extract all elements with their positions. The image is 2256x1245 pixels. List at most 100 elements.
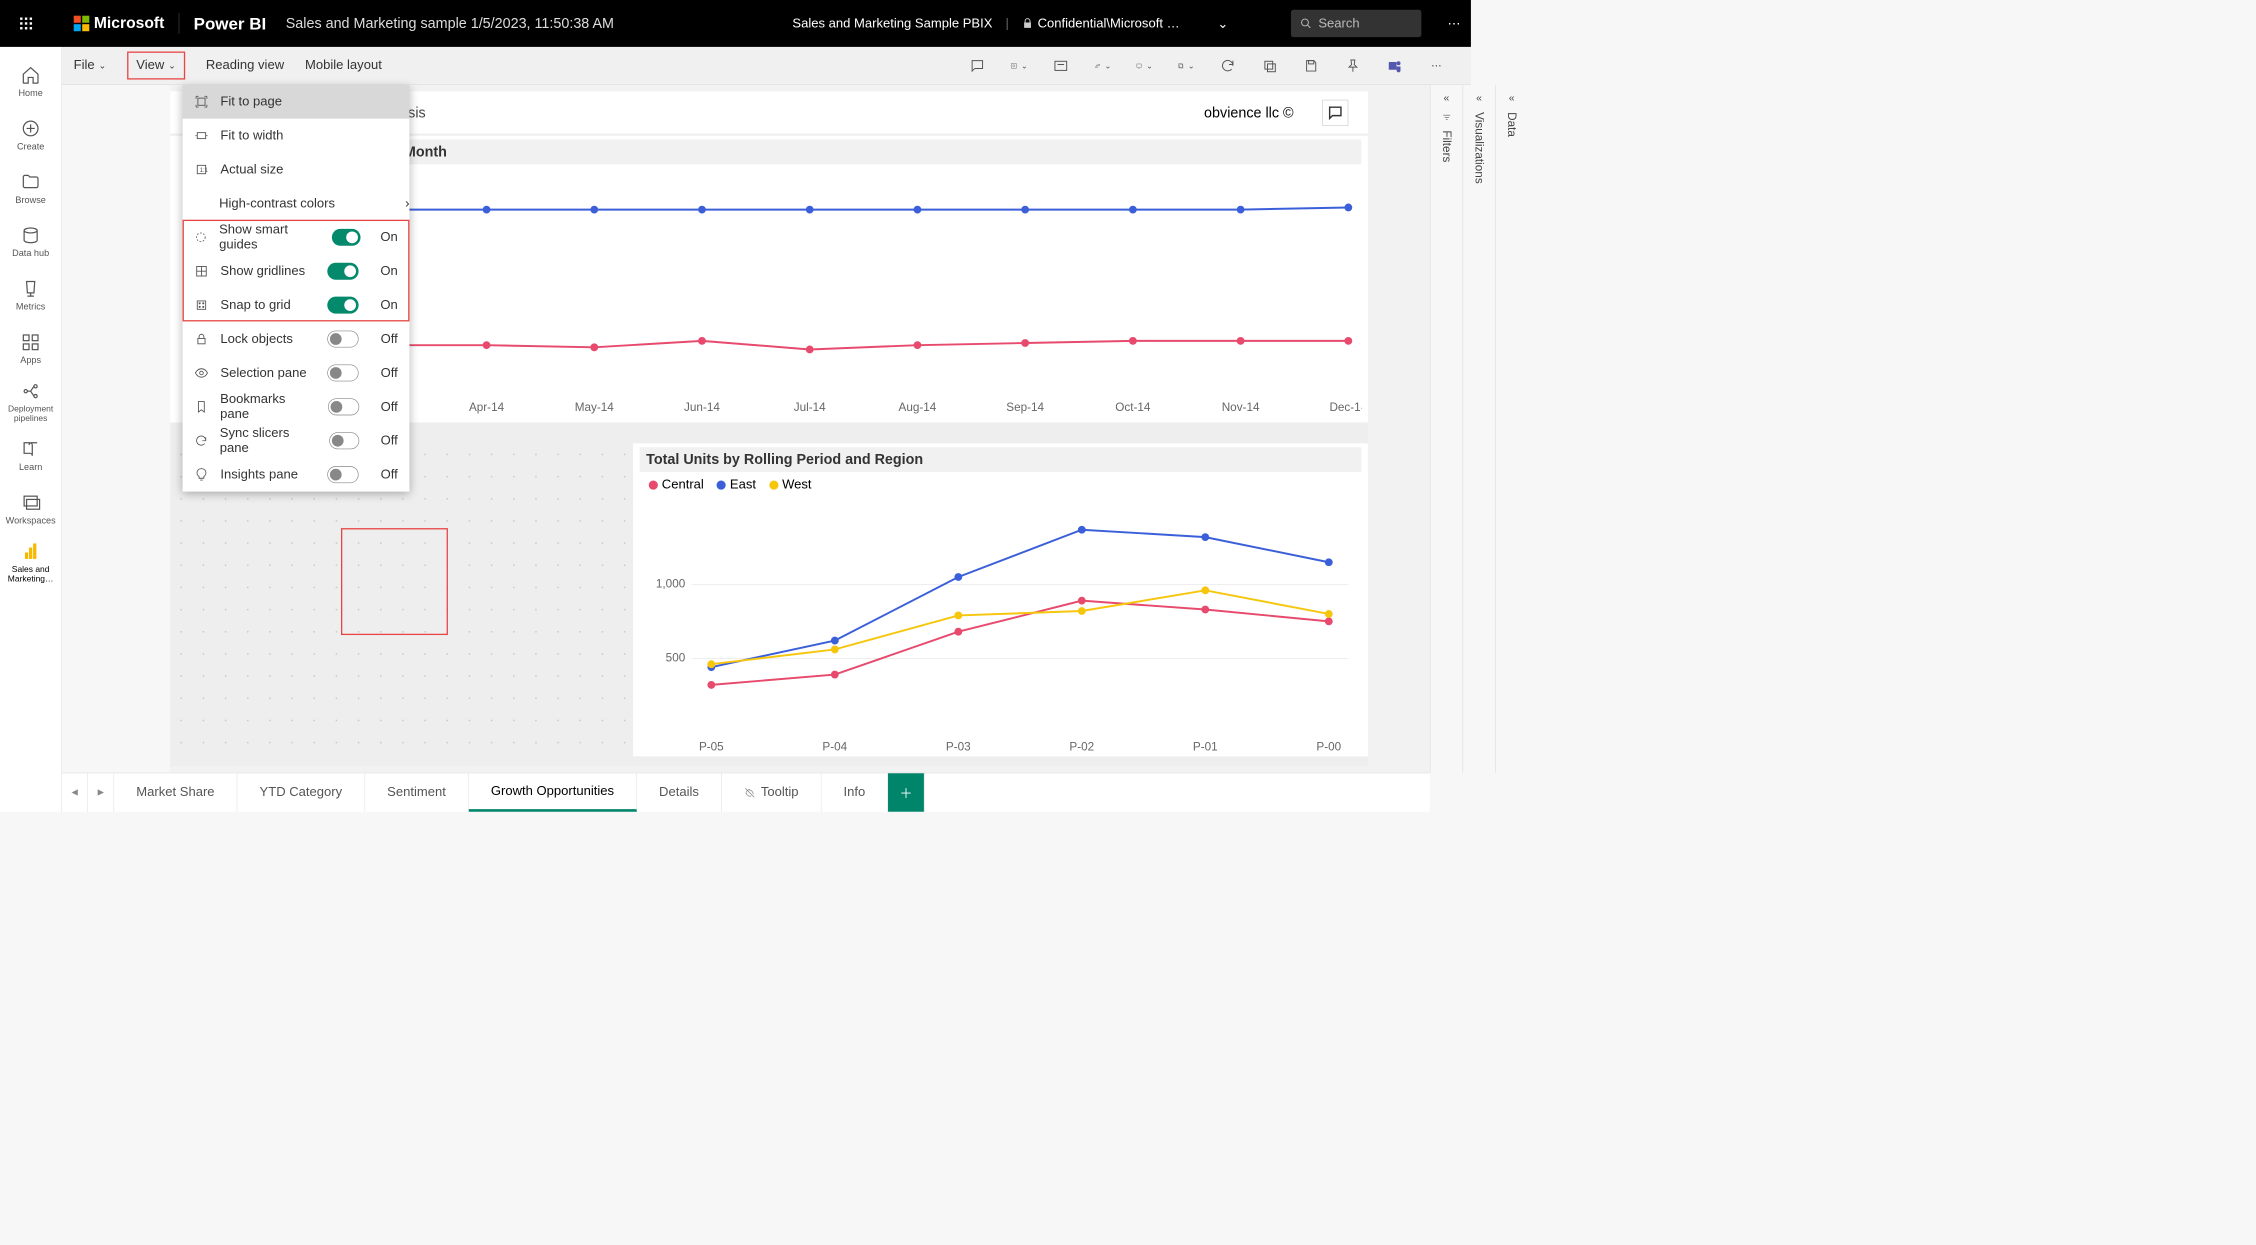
label: High-contrast colors bbox=[219, 196, 335, 211]
data-pane-tab[interactable]: «Data bbox=[1495, 85, 1528, 773]
lock-objects-toggle[interactable]: Lock objects Off bbox=[183, 322, 410, 356]
app-launcher[interactable] bbox=[10, 8, 41, 39]
textbox-icon[interactable] bbox=[1052, 57, 1069, 74]
pin-icon[interactable] bbox=[1344, 57, 1361, 74]
fit-to-width[interactable]: Fit to width bbox=[183, 119, 410, 153]
nav-label: Create bbox=[17, 141, 44, 151]
nav-browse[interactable]: Browse bbox=[0, 162, 61, 215]
refresh-icon[interactable] bbox=[1219, 57, 1236, 74]
shapes-icon[interactable]: ⌄ bbox=[1094, 57, 1111, 74]
search-input[interactable]: Search bbox=[1291, 10, 1421, 37]
svg-text:Nov-14: Nov-14 bbox=[1222, 401, 1260, 414]
nav-label: Workspaces bbox=[6, 515, 56, 525]
toggle[interactable] bbox=[327, 297, 358, 314]
label: Selection pane bbox=[220, 365, 306, 380]
microsoft-logo: Microsoft bbox=[73, 14, 164, 32]
state: Off bbox=[378, 433, 398, 448]
nav-datahub[interactable]: Data hub bbox=[0, 215, 61, 268]
nav-home[interactable]: Home bbox=[0, 55, 61, 108]
actual-size[interactable]: 1:1Actual size bbox=[183, 153, 410, 187]
nav-workspaces[interactable]: Workspaces bbox=[0, 482, 61, 535]
tabs-next[interactable]: ► bbox=[88, 773, 114, 811]
svg-text:1:1: 1:1 bbox=[200, 168, 209, 174]
nav-metrics[interactable]: Metrics bbox=[0, 269, 61, 322]
insights-pane-toggle[interactable]: Insights paneOff bbox=[183, 458, 410, 492]
nav-label: Home bbox=[18, 87, 42, 97]
explore-icon[interactable]: ⌄ bbox=[1011, 57, 1028, 74]
chevron-right-icon: › bbox=[405, 196, 409, 211]
tab-details[interactable]: Details bbox=[637, 773, 722, 811]
label: Lock objects bbox=[220, 332, 292, 347]
tab-market-share[interactable]: Market Share bbox=[114, 773, 237, 811]
tab-growth-opportunities[interactable]: Growth Opportunities bbox=[469, 773, 637, 811]
state: Off bbox=[377, 332, 398, 347]
high-contrast[interactable]: High-contrast colors › bbox=[183, 186, 410, 220]
tab-ytd-category[interactable]: YTD Category bbox=[237, 773, 365, 811]
report-name[interactable]: Sales and Marketing Sample PBIX bbox=[792, 16, 992, 31]
teams-icon[interactable] bbox=[1386, 57, 1403, 74]
menu-mobile-layout[interactable]: Mobile layout bbox=[305, 58, 382, 73]
sync-slicers-toggle[interactable]: Sync slicers paneOff bbox=[183, 424, 410, 458]
sensitivity-label[interactable]: Confidential\Microsoft … bbox=[1022, 16, 1180, 31]
page-comment-icon[interactable] bbox=[1322, 99, 1348, 125]
toggle[interactable] bbox=[327, 364, 358, 381]
chart-legend: CentralEastWest bbox=[640, 472, 1362, 497]
nav-pipelines[interactable]: Deployment pipelines bbox=[0, 376, 61, 429]
label: Fit to page bbox=[220, 94, 282, 109]
toggle[interactable] bbox=[327, 466, 358, 483]
tab-add[interactable]: ＋ bbox=[888, 773, 925, 811]
menu-reading-view[interactable]: Reading view bbox=[206, 58, 284, 73]
bookmarks-pane-toggle[interactable]: Bookmarks paneOff bbox=[183, 390, 410, 424]
nav-label: Sales and Marketing… bbox=[0, 564, 61, 584]
more-icon[interactable]: ⋯ bbox=[1447, 15, 1460, 31]
svg-text:Jul-14: Jul-14 bbox=[794, 401, 826, 414]
svg-text:P-00: P-00 bbox=[1316, 740, 1341, 753]
nav-learn[interactable]: Learn bbox=[0, 429, 61, 482]
view-dropdown: Fit to page Fit to width 1:1Actual size … bbox=[183, 85, 410, 492]
toggle[interactable] bbox=[332, 229, 361, 246]
breadcrumb: Sales and Marketing sample 1/5/2023, 11:… bbox=[286, 15, 614, 32]
toggle[interactable] bbox=[329, 432, 359, 449]
label: Fit to width bbox=[220, 128, 283, 143]
nav-label: Metrics bbox=[16, 301, 45, 311]
nav-label: Apps bbox=[20, 355, 41, 365]
tabs-prev[interactable]: ◄ bbox=[62, 773, 88, 811]
selection-pane-toggle[interactable]: Selection paneOff bbox=[183, 356, 410, 390]
svg-text:Oct-14: Oct-14 bbox=[1115, 401, 1151, 414]
visual-icon[interactable]: ⌄ bbox=[1136, 57, 1153, 74]
buttons-icon[interactable]: ⌄ bbox=[1178, 57, 1195, 74]
attribution: obvience llc © bbox=[1192, 100, 1305, 125]
fit-to-page[interactable]: Fit to page bbox=[183, 85, 410, 119]
chart-title: Ms by Month bbox=[353, 140, 1362, 165]
svg-text:P-03: P-03 bbox=[946, 740, 971, 753]
tab-info[interactable]: Info bbox=[821, 773, 888, 811]
show-smart-guides-toggle[interactable]: Show smart guidesOn bbox=[183, 220, 410, 254]
nav-current-workspace[interactable]: Sales and Marketing… bbox=[0, 536, 61, 589]
tab-sentiment[interactable]: Sentiment bbox=[365, 773, 469, 811]
search-placeholder: Search bbox=[1318, 16, 1359, 31]
chart-total-units[interactable]: Total Units by Rolling Period and Region… bbox=[633, 443, 1368, 756]
nav-apps[interactable]: Apps bbox=[0, 322, 61, 375]
snap-to-grid-toggle[interactable]: Snap to gridOn bbox=[183, 288, 410, 322]
menu-file[interactable]: File⌄ bbox=[74, 58, 107, 73]
ribbon-more-icon[interactable]: ⋯ bbox=[1428, 57, 1445, 74]
comment-icon[interactable] bbox=[969, 57, 986, 74]
duplicate-icon[interactable] bbox=[1261, 57, 1278, 74]
sensitivity-text: Confidential\Microsoft … bbox=[1038, 16, 1180, 31]
save-icon[interactable] bbox=[1303, 57, 1320, 74]
toggle[interactable] bbox=[327, 331, 358, 348]
toggle[interactable] bbox=[328, 398, 359, 415]
label: Insights pane bbox=[220, 467, 298, 482]
toggle[interactable] bbox=[327, 263, 358, 280]
tab-tooltip[interactable]: Tooltip bbox=[722, 773, 822, 811]
chart-title: Total Units by Rolling Period and Region bbox=[640, 447, 1362, 472]
state: Off bbox=[377, 399, 398, 414]
show-gridlines-toggle[interactable]: Show gridlinesOn bbox=[183, 254, 410, 288]
chart-svg: 5001,000P-05P-04P-03P-02P-01P-00 bbox=[640, 497, 1362, 758]
menu-view[interactable]: View⌄ bbox=[127, 52, 185, 80]
state: On bbox=[377, 298, 398, 313]
nav-create[interactable]: Create bbox=[0, 108, 61, 161]
chevron-down-icon[interactable]: ⌄ bbox=[1217, 15, 1228, 31]
visualizations-pane-tab[interactable]: «Visualizations bbox=[1462, 85, 1495, 773]
filters-pane-tab[interactable]: «Filters bbox=[1430, 85, 1463, 773]
